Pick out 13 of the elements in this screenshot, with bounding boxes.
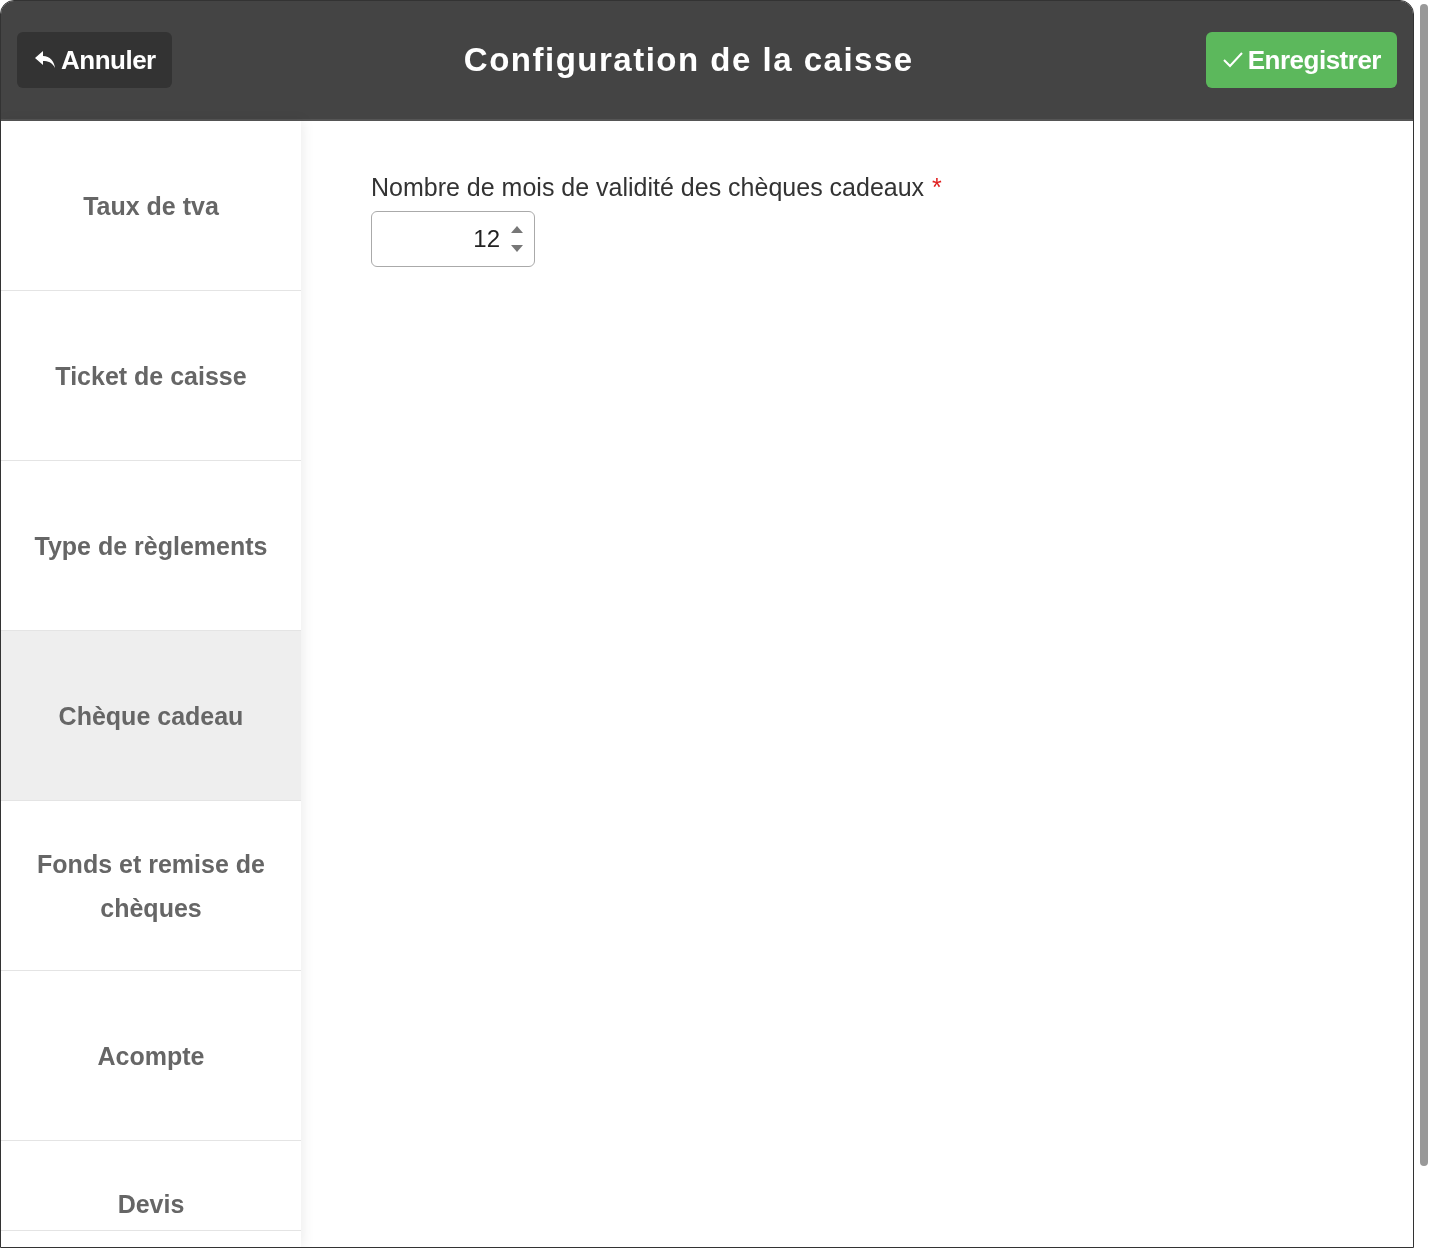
required-mark: * [932,172,942,203]
check-icon [1221,51,1244,69]
sidebar-item[interactable]: Taux de tva [1,121,301,291]
scrollbar-thumb[interactable] [1420,4,1428,1166]
sidebar-item[interactable]: Acompte [1,971,301,1141]
sidebar-item[interactable]: Chèque cadeau [1,631,301,801]
sidebar-item[interactable]: Devis [1,1141,301,1231]
sidebar-item[interactable]: Ticket de caisse [1,291,301,461]
cancel-button[interactable]: Annuler [17,32,172,88]
page-title: Configuration de la caisse [463,40,914,81]
field-label: Nombre de mois de validité des chèques cadeaux [371,172,925,203]
sidebar-item[interactable]: Fonds et remise de chèques [1,801,301,971]
number-input[interactable]: 12 [371,210,535,267]
